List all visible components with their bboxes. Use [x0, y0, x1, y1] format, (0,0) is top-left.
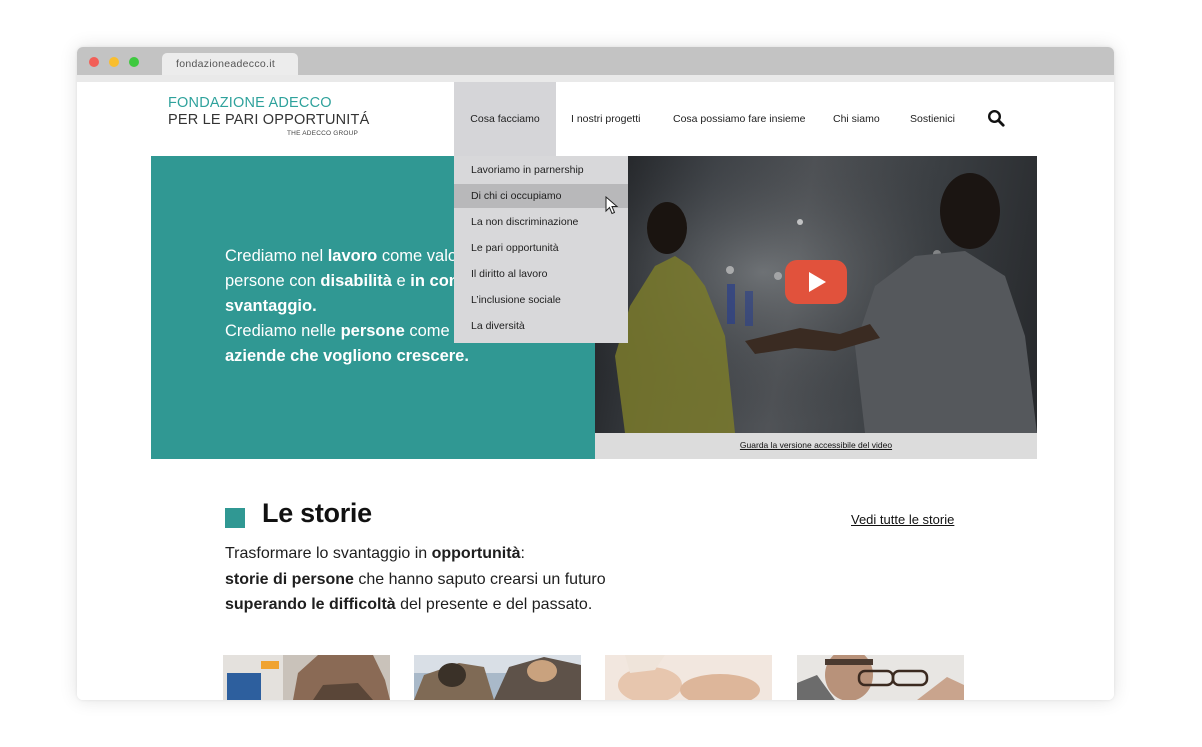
browser-tab[interactable]: fondazioneadecco.it	[162, 53, 298, 75]
story-photo-man-beard	[223, 655, 390, 700]
hero-text-fragment: Crediamo nelle	[225, 322, 341, 340]
hero-text-fragment: Crediamo nel	[225, 247, 328, 265]
see-all-stories-link[interactable]: Vedi tutte le storie	[851, 512, 954, 527]
stories-text-fragment: che hanno saputo crearsi un futuro	[353, 570, 606, 588]
nav-item-cosa-facciamo[interactable]: Cosa facciamo	[454, 82, 556, 156]
stories-text-fragment: :	[520, 545, 525, 562]
browser-window: fondazioneadecco.it FONDAZIONE ADECCO PE…	[77, 47, 1114, 700]
browser-titlebar: fondazioneadecco.it	[77, 47, 1114, 75]
stories-text-fragment: storie di persone	[225, 570, 354, 588]
nav-dropdown-cosa-facciamo: Lavoriamo in parnership Di chi ci occupi…	[454, 156, 628, 343]
site-logo[interactable]: FONDAZIONE ADECCO PER LE PARI OPPORTUNIT…	[168, 95, 370, 137]
story-photo-hands	[605, 655, 772, 700]
dropdown-item-pari-opportunita[interactable]: Le pari opportunità	[454, 236, 628, 260]
browser-tab-title: fondazioneadecco.it	[176, 58, 276, 70]
story-card-image[interactable]	[414, 655, 581, 700]
nav-item-label: Cosa possiamo fare insieme	[673, 113, 806, 125]
dropdown-item-diversita[interactable]: La diversità	[454, 314, 628, 338]
dropdown-item-diritto-al-lavoro[interactable]: Il diritto al lavoro	[454, 262, 628, 286]
nav-item-nostri-progetti[interactable]: I nostri progetti	[571, 82, 640, 156]
dropdown-item-di-chi-ci-occupiamo[interactable]: Di chi ci occupiamo	[454, 184, 628, 208]
hero-text-fragment: lavoro	[327, 247, 378, 265]
hero-text-fragment: persone	[340, 322, 405, 340]
story-photo-horse	[414, 655, 581, 700]
hero-text-fragment: svantaggio.	[225, 297, 317, 315]
hero-text-fragment: disabilità	[320, 272, 392, 290]
story-card-image[interactable]	[797, 655, 964, 700]
mouse-pointer-icon	[605, 196, 619, 215]
stories-text-fragment: superando le difficoltà	[225, 596, 396, 613]
hero-text-fragment: e	[391, 272, 411, 290]
video-caption-bar: Guarda la versione accessibile del video	[595, 433, 1037, 459]
logo-line-foundation: FONDAZIONE ADECCO	[168, 95, 332, 111]
nav-item-label: I nostri progetti	[571, 113, 641, 125]
nav-item-label: Chi siamo	[833, 113, 880, 125]
nav-item-sostienici[interactable]: Sostienici	[910, 82, 955, 156]
minimize-window-button[interactable]	[109, 57, 119, 67]
dropdown-item-non-discriminazione[interactable]: La non discriminazione	[454, 210, 628, 234]
stories-title: Le storie	[262, 498, 372, 528]
hero-text-fragment: persone con	[225, 272, 321, 290]
hero-text-fragment: come r	[404, 322, 460, 340]
dropdown-item-inclusione-sociale[interactable]: L’inclusione sociale	[454, 288, 628, 312]
play-icon	[809, 272, 826, 292]
stories-text-fragment: opportunità	[431, 545, 521, 562]
logo-line-subtitle: PER LE PARI OPPORTUNITÁ	[168, 112, 370, 128]
nav-item-cosa-possiamo-fare[interactable]: Cosa possiamo fare insieme	[673, 82, 805, 156]
stories-text-fragment: del presente e del passato.	[395, 596, 593, 613]
nav-item-label: Cosa facciamo	[470, 113, 540, 125]
close-window-button[interactable]	[89, 57, 99, 67]
hero-video[interactable]	[595, 156, 1037, 433]
hero-text-fragment: in con	[410, 272, 459, 290]
story-photo-man-glasses	[797, 655, 964, 700]
hero-text-fragment: come valo	[377, 247, 458, 265]
logo-line-group: THE ADECCO GROUP	[287, 130, 359, 137]
play-button[interactable]	[785, 260, 847, 304]
nav-item-chi-siamo[interactable]: Chi siamo	[833, 82, 880, 156]
stories-intro: Trasformare lo svantaggio in opportunità…	[225, 541, 675, 618]
accessible-video-link[interactable]: Guarda la versione accessibile del video	[595, 440, 1037, 450]
search-icon[interactable]	[987, 109, 1005, 127]
hero-text-fragment: aziende che vogliono crescere.	[225, 347, 469, 365]
story-card-image[interactable]	[223, 655, 390, 700]
dropdown-item-partnership[interactable]: Lavoriamo in parnership	[454, 158, 628, 182]
page-viewport: FONDAZIONE ADECCO PER LE PARI OPPORTUNIT…	[77, 82, 1114, 700]
nav-item-label: Sostienici	[910, 113, 955, 125]
section-marker	[225, 508, 245, 528]
story-card-image[interactable]	[605, 655, 772, 700]
stories-text-fragment: Trasformare lo svantaggio in	[225, 545, 432, 562]
browser-toolbar-strip	[77, 75, 1114, 82]
maximize-window-button[interactable]	[129, 57, 139, 67]
